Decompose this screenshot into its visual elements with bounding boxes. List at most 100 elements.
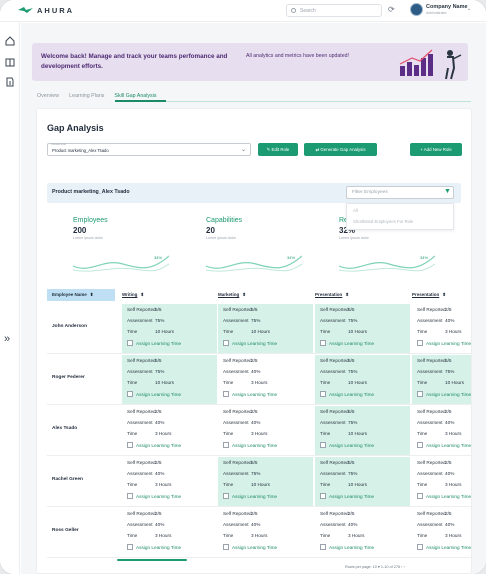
assessment-value: 75% [445, 369, 455, 374]
assign-checkbox[interactable] [223, 391, 229, 397]
assign-learning-time-link[interactable]: Assign Learning Time [329, 392, 374, 397]
sort-icon[interactable]: ⬍ [345, 292, 349, 297]
tab-skill-gap-analysis[interactable]: Skill Gap Analysis [114, 93, 156, 99]
assign-checkbox[interactable] [417, 442, 423, 448]
assign-checkbox[interactable] [417, 391, 423, 397]
assign-learning-time-link[interactable]: Assign Learning Time [329, 494, 374, 499]
logo[interactable]: AHURA [18, 6, 74, 15]
self-label: Self Reported [417, 409, 446, 414]
search-icon [291, 8, 296, 13]
filter-employees-input[interactable]: Filter Employees [346, 186, 454, 199]
time-value: 10 Hours [251, 482, 271, 487]
assessment-value: 75% [251, 318, 261, 323]
column-header-employee-name[interactable]: Employee Name ⬍ [47, 289, 115, 301]
stat-label: Employees [73, 217, 108, 224]
assign-learning-time-link[interactable]: Assign Learning Time [426, 443, 471, 448]
assign-learning-time-link[interactable]: Assign Learning Time [232, 443, 277, 448]
self-value: 5/5 [348, 409, 355, 414]
assign-checkbox[interactable] [417, 340, 423, 346]
assign-learning-time-link[interactable]: Assign Learning Time [232, 545, 277, 550]
expand-sidebar-icon[interactable]: » [4, 333, 10, 345]
document-icon[interactable] [5, 77, 15, 87]
company-name[interactable]: Company Name [426, 4, 468, 10]
assign-checkbox[interactable] [223, 544, 229, 550]
filter-icon[interactable]: ▼ [444, 188, 451, 195]
assign-checkbox[interactable] [127, 442, 133, 448]
assessment-label: Assessment [417, 471, 443, 476]
assign-learning-time-link[interactable]: Assign Learning Time [136, 494, 181, 499]
role-select[interactable]: Choose Role Product marketing_Alex Tsado… [47, 143, 251, 156]
table-row: John Anderson Self Reported 5/5 Assessment 7… [47, 303, 471, 354]
assessment-label: Assessment [320, 471, 346, 476]
assign-learning-time-link[interactable]: Assign Learning Time [329, 545, 374, 550]
assign-learning-time-link[interactable]: Assign Learning Time [136, 341, 181, 346]
assign-checkbox[interactable] [417, 544, 423, 550]
time-label: Time [127, 431, 138, 436]
assign-learning-time-link[interactable]: Assign Learning Time [426, 545, 471, 550]
stat-sub: Lorem ipsum dolor [73, 236, 103, 240]
horizontal-scrollbar[interactable] [117, 559, 187, 561]
filter-option-shortlisted[interactable]: Shortlisted Employees For Role [353, 219, 413, 224]
search-input[interactable]: Search [286, 4, 382, 17]
sort-icon[interactable]: ⬍ [90, 292, 94, 297]
assessment-label: Assessment [127, 471, 153, 476]
time-value: 10 Hours [445, 380, 465, 385]
assign-checkbox[interactable] [417, 493, 423, 499]
edit-role-button[interactable]: ✎ Edit Role [258, 143, 298, 156]
add-role-label: + Add New Role [420, 147, 452, 152]
assign-learning-time-link[interactable]: Assign Learning Time [329, 341, 374, 346]
role-select-label: Choose Role [51, 143, 66, 146]
assessment-value: 40% [155, 471, 165, 476]
sort-icon[interactable]: ⬍ [442, 292, 446, 297]
tab-learning-plans[interactable]: Learning Plans [69, 93, 104, 99]
generate-gap-analysis-button[interactable]: ⇄ Generate Gap Analysis [304, 143, 377, 156]
time-value: 10 Hours [348, 380, 368, 385]
assign-learning-time-link[interactable]: Assign Learning Time [136, 443, 181, 448]
filter-option-all[interactable]: All [353, 208, 358, 213]
assign-checkbox[interactable] [320, 340, 326, 346]
sort-icon[interactable]: ⬍ [242, 292, 246, 297]
tab-overview[interactable]: Overview [37, 93, 59, 99]
assign-learning-time-link[interactable]: Assign Learning Time [426, 341, 471, 346]
avatar[interactable] [410, 3, 423, 16]
assign-checkbox[interactable] [127, 544, 133, 550]
assign-learning-time-link[interactable]: Assign Learning Time [136, 392, 181, 397]
assign-checkbox[interactable] [320, 544, 326, 550]
assign-checkbox[interactable] [320, 442, 326, 448]
assign-checkbox[interactable] [320, 493, 326, 499]
column-header-skill[interactable]: Marketing ⬍ [218, 289, 246, 301]
assign-checkbox[interactable] [223, 442, 229, 448]
column-header-label: Presentation [315, 292, 343, 297]
assign-learning-time-link[interactable]: Assign Learning Time [232, 494, 277, 499]
column-header-skill[interactable]: Presentation ⬍ [315, 289, 349, 301]
assign-learning-time-link[interactable]: Assign Learning Time [136, 545, 181, 550]
assign-checkbox[interactable] [127, 493, 133, 499]
assign-learning-time-link[interactable]: Assign Learning Time [426, 494, 471, 499]
skill-cell: Self Reported 5/5 Assessment 75% Time 10 Hour… [315, 457, 410, 506]
refresh-icon[interactable]: ⟳ [388, 5, 395, 14]
assign-checkbox[interactable] [127, 391, 133, 397]
column-header-skill[interactable]: Writing ⬍ [122, 289, 144, 301]
self-label: Self Reported [127, 307, 156, 312]
assign-learning-time-link[interactable]: Assign Learning Time [329, 443, 374, 448]
assign-checkbox[interactable] [223, 493, 229, 499]
assign-checkbox[interactable] [320, 391, 326, 397]
chevron-down-icon[interactable]: ⌄ [467, 6, 471, 12]
assign-checkbox[interactable] [223, 340, 229, 346]
home-icon[interactable] [5, 36, 15, 46]
add-new-role-button[interactable]: + Add New Role [410, 143, 462, 156]
table-row: Rachel Green Self Reported 2/5 Assessment 40… [47, 456, 471, 507]
self-label: Self Reported [320, 307, 349, 312]
assign-learning-time-link[interactable]: Assign Learning Time [426, 392, 471, 397]
pagination[interactable]: Rows per page: 10 ▾ 1-10 of 276 ‹ › [345, 564, 405, 569]
assessment-value: 75% [348, 420, 358, 425]
book-icon[interactable] [5, 57, 15, 67]
assign-checkbox[interactable] [127, 340, 133, 346]
column-header-skill[interactable]: Presentation ⬍ [412, 289, 446, 301]
assign-learning-time-link[interactable]: Assign Learning Time [232, 341, 277, 346]
self-value: 5/5 [155, 358, 162, 363]
self-label: Self Reported [223, 358, 252, 363]
skill-cell: Self Reported 5/5 Assessment 75% Time 10 Hour… [315, 355, 410, 404]
sort-icon[interactable]: ⬍ [140, 292, 144, 297]
assign-learning-time-link[interactable]: Assign Learning Time [232, 392, 277, 397]
